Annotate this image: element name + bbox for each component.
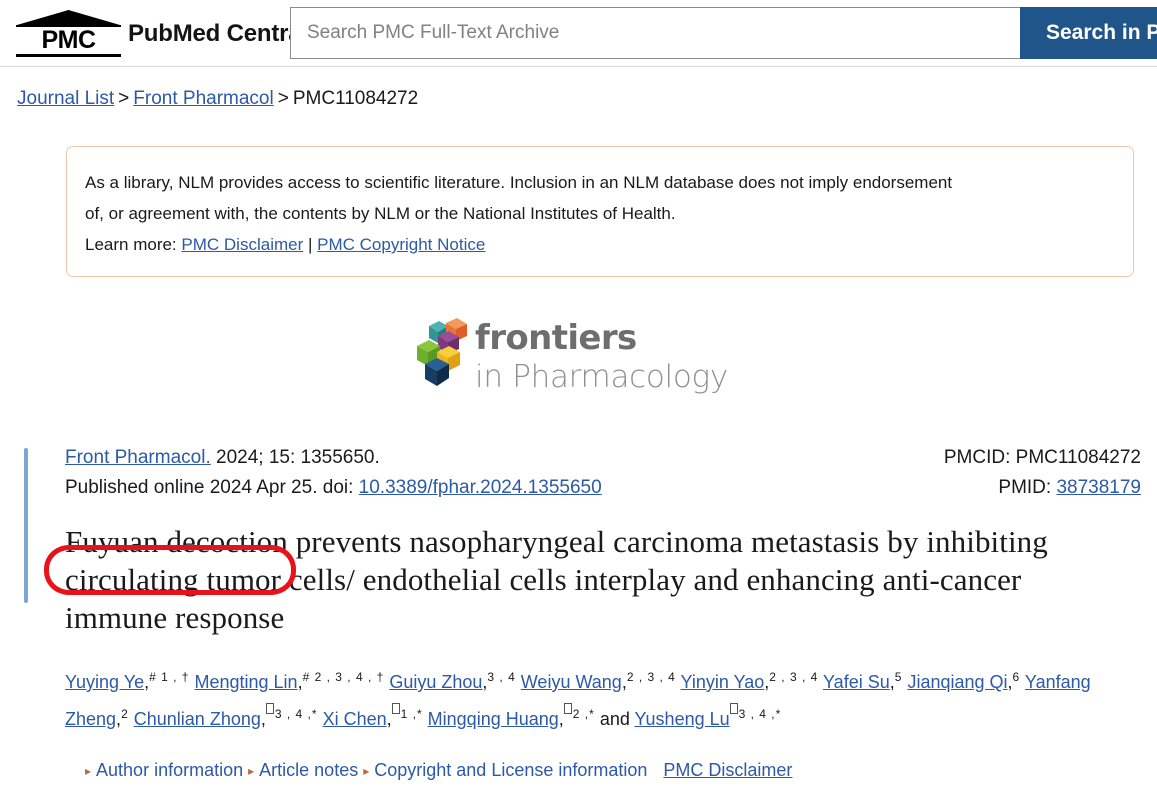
breadcrumb-current-pmcid: PMC11084272 bbox=[292, 88, 419, 109]
author-affiliation-markers: 2 ,* bbox=[563, 703, 595, 721]
pmc-logo-mark: PMC bbox=[16, 8, 121, 57]
author-link[interactable]: Yafei Su bbox=[823, 672, 890, 692]
pmcid-line: PMCID: PMC11084272 bbox=[943, 447, 1141, 468]
pmc-logo-word: PMC bbox=[41, 26, 96, 54]
pmc-logo-title: PubMed Central® bbox=[128, 20, 317, 57]
author-link[interactable]: Jianqiang Qi bbox=[907, 672, 1007, 692]
search-submit-button[interactable]: Search in PMC bbox=[1020, 7, 1157, 59]
journal-abbrev-link[interactable]: Front Pharmacol. bbox=[65, 447, 211, 468]
author-affiliation-markers: 6 bbox=[1012, 670, 1021, 684]
author-link[interactable]: Mengting Lin bbox=[194, 672, 297, 692]
author-link[interactable]: Yinyin Yao bbox=[681, 672, 765, 692]
pmc-logo[interactable]: PMC PubMed Central® bbox=[16, 8, 317, 57]
triangle-bullet-icon: ▸ bbox=[363, 764, 370, 778]
article-header-block: Journal Article Front Pharmacol. 2024; 1… bbox=[17, 443, 1147, 784]
author-link[interactable]: Mingqing Huang bbox=[428, 709, 559, 729]
pmc-logo-underbar bbox=[16, 54, 121, 57]
published-online-text: Published online 2024 Apr 25. doi: bbox=[65, 477, 359, 498]
breadcrumb-separator-1: > bbox=[118, 88, 130, 109]
author-link[interactable]: Guiyu Zhou bbox=[389, 672, 482, 692]
envelope-icon bbox=[729, 703, 738, 714]
author-affiliation-markers: 2 , 3 , 4 bbox=[769, 670, 819, 684]
envelope-icon bbox=[265, 703, 274, 714]
article-title: Fuyuan decoction prevents nasopharyngeal… bbox=[65, 524, 1048, 635]
author-affiliation-markers: 5 bbox=[894, 670, 903, 684]
site-header: PMC PubMed Central® Search in PMC bbox=[0, 0, 1157, 67]
learn-more-label: Learn more: bbox=[85, 235, 177, 254]
link-pmc-disclaimer-footer[interactable]: PMC Disclaimer bbox=[663, 760, 792, 780]
triangle-bullet-icon: ▸ bbox=[85, 764, 92, 778]
link-copyright-license[interactable]: Copyright and License information bbox=[374, 760, 647, 780]
search-input[interactable] bbox=[290, 7, 1020, 59]
author-conjunction: and bbox=[599, 709, 635, 729]
envelope-icon bbox=[563, 703, 572, 714]
pmid-label: PMID: bbox=[998, 477, 1057, 498]
author-affiliation-markers: 3 , 4 bbox=[487, 670, 516, 684]
disclaimer-divider: | bbox=[307, 235, 313, 254]
breadcrumb-separator-2: > bbox=[277, 88, 289, 109]
author-affiliation-markers: 3 , 4 ,* bbox=[729, 703, 782, 721]
disclaimer-line-2: of, or agreement with, the contents by N… bbox=[85, 204, 676, 223]
search-bar: Search in PMC bbox=[290, 7, 1157, 59]
author-affiliation-markers: 2 bbox=[121, 707, 129, 721]
frontiers-wordmark: frontiers in Pharmacology bbox=[475, 318, 728, 396]
frontiers-journal-logo: frontiers in Pharmacology bbox=[413, 316, 743, 404]
pmid-link[interactable]: 38738179 bbox=[1056, 477, 1141, 498]
author-link[interactable]: Yusheng Lu bbox=[635, 709, 730, 729]
author-link[interactable]: Yuying Ye bbox=[65, 672, 144, 692]
breadcrumb-front-pharmacol[interactable]: Front Pharmacol bbox=[133, 88, 273, 109]
frontiers-name: frontiers bbox=[475, 318, 637, 358]
author-link[interactable]: Chunlian Zhong bbox=[134, 709, 261, 729]
frontiers-subtitle: in Pharmacology bbox=[475, 359, 728, 395]
author-affiliation-markers: 1 ,* bbox=[391, 703, 423, 721]
citation-volume-text: 2024; 15: 1355650. bbox=[210, 447, 380, 468]
envelope-icon bbox=[391, 703, 400, 714]
link-article-notes[interactable]: Article notes bbox=[259, 760, 358, 780]
citation-row: Front Pharmacol. 2024; 15: 1355650. Publ… bbox=[65, 443, 1147, 503]
author-affiliation-markers: # 1 , † bbox=[149, 670, 190, 684]
triangle-bullet-icon: ▸ bbox=[248, 764, 255, 778]
link-pmc-copyright-notice[interactable]: PMC Copyright Notice bbox=[317, 235, 485, 254]
pmid-line: PMID: 38738179 bbox=[944, 473, 1141, 503]
author-affiliation-markers: 2 , 3 , 4 bbox=[626, 670, 676, 684]
disclaimer-learn-more: Learn more: PMC Disclaimer | PMC Copyrig… bbox=[85, 229, 1115, 260]
nlm-disclaimer-panel: As a library, NLM provides access to sci… bbox=[66, 146, 1134, 277]
identifier-block: PMCID: PMC11084272 PMID: 38738179 bbox=[944, 443, 1141, 503]
pmc-building-roof-icon bbox=[16, 10, 121, 27]
author-list: Yuying Ye,# 1 , † Mengting Lin,# 2 , 3 ,… bbox=[65, 661, 1155, 735]
doi-link[interactable]: 10.3389/fphar.2024.1355650 bbox=[359, 477, 602, 498]
author-affiliation-markers: 3 , 4 ,* bbox=[265, 703, 318, 721]
link-pmc-disclaimer[interactable]: PMC Disclaimer bbox=[181, 235, 303, 254]
author-affiliation-markers: # 2 , 3 , 4 , † bbox=[302, 670, 385, 684]
author-link[interactable]: Weiyu Wang bbox=[521, 672, 622, 692]
link-author-information[interactable]: Author information bbox=[96, 760, 243, 780]
breadcrumb: Journal List > Front Pharmacol > PMC11084272 bbox=[0, 67, 1157, 111]
disclaimer-line-1: As a library, NLM provides access to sci… bbox=[85, 173, 953, 192]
frontiers-cubes-icon bbox=[417, 318, 467, 386]
journal-article-rail bbox=[24, 448, 28, 603]
article-meta-links: ▸ Author information ▸ Article notes ▸ Copy… bbox=[85, 757, 1147, 784]
breadcrumb-journal-list[interactable]: Journal List bbox=[17, 88, 114, 109]
pmc-logo-title-text: PubMed Central bbox=[128, 20, 308, 47]
author-link[interactable]: Xi Chen bbox=[323, 709, 387, 729]
